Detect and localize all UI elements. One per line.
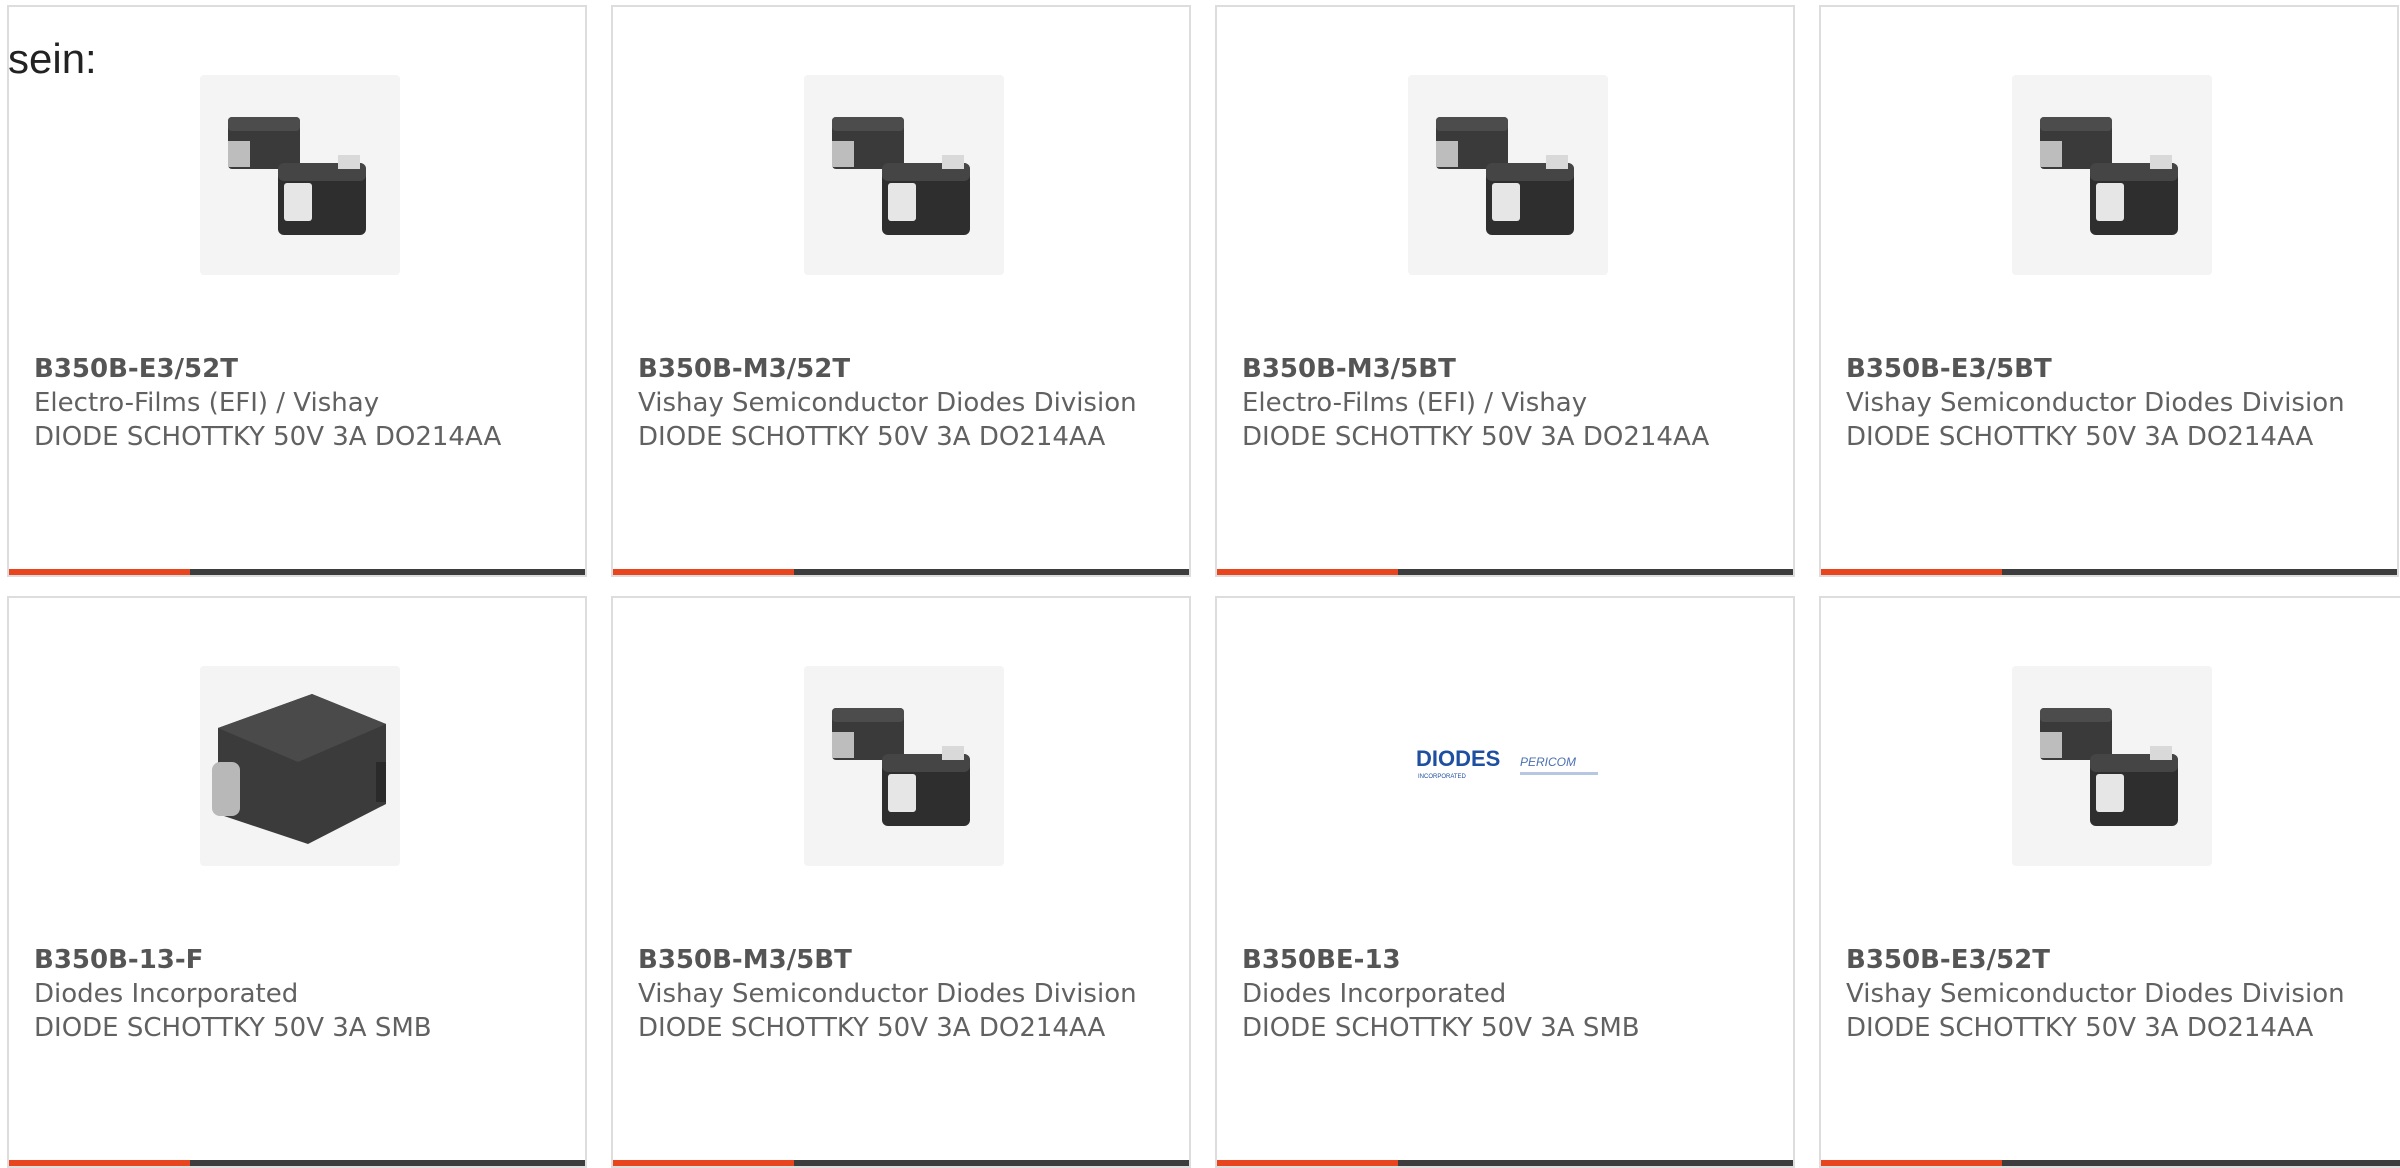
manufacturer: Electro-Films (EFI) / Vishay <box>34 388 380 418</box>
smd-diode-pair-icon <box>228 117 366 235</box>
svg-text:DIODES: DIODES <box>1416 746 1500 771</box>
smd-diode-pair-icon <box>832 708 970 826</box>
description: DIODE SCHOTTKY 50V 3A SMB <box>1242 1013 1640 1043</box>
card-footer-bar <box>613 1160 1189 1166</box>
product-image[interactable] <box>200 666 400 866</box>
product-grid: B350B-E3/52T Electro-Films (EFI) / Visha… <box>7 5 2400 1168</box>
manufacturer: Diodes Incorporated <box>34 979 299 1009</box>
manufacturer: Vishay Semiconductor Diodes Division <box>638 388 1137 418</box>
part-number[interactable]: B350B-13-F <box>34 943 554 977</box>
description: DIODE SCHOTTKY 50V 3A DO214AA <box>1846 1013 2314 1043</box>
card-footer-accent <box>1217 1160 1398 1166</box>
product-image[interactable] <box>1408 75 1608 275</box>
product-card[interactable]: B350B-M3/52T Vishay Semiconductor Diodes… <box>611 5 1191 577</box>
card-footer-bar <box>9 569 585 575</box>
manufacturer: Vishay Semiconductor Diodes Division <box>1846 979 2345 1009</box>
smd-diode-pair-icon <box>832 117 970 235</box>
product-image[interactable] <box>2012 666 2212 866</box>
part-number[interactable]: B350B-M3/5BT <box>1242 352 1762 386</box>
smd-diode-pair-icon <box>1436 117 1574 235</box>
product-card[interactable]: B350B-M3/5BT Vishay Semiconductor Diodes… <box>611 596 1191 1168</box>
description: DIODE SCHOTTKY 50V 3A DO214AA <box>638 422 1106 452</box>
card-footer-accent <box>1821 1160 2002 1166</box>
smb-package-icon <box>212 694 386 844</box>
part-number[interactable]: B350B-E3/5BT <box>1846 352 2366 386</box>
card-footer-bar <box>1821 1160 2400 1166</box>
manufacturer: Vishay Semiconductor Diodes Division <box>638 979 1137 1009</box>
product-card[interactable]: B350B-E3/52T Vishay Semiconductor Diodes… <box>1819 596 2400 1168</box>
manufacturer: Electro-Films (EFI) / Vishay <box>1242 388 1588 418</box>
card-footer-bar <box>1217 569 1793 575</box>
product-image[interactable] <box>804 666 1004 866</box>
card-footer-accent <box>613 569 794 575</box>
product-card[interactable]: B350B-13-F Diodes Incorporated DIODE SCH… <box>7 596 587 1168</box>
product-card[interactable]: B350B-M3/5BT Electro-Films (EFI) / Visha… <box>1215 5 1795 577</box>
part-number[interactable]: B350BE-13 <box>1242 943 1762 977</box>
card-footer-bar <box>1821 569 2397 575</box>
description: DIODE SCHOTTKY 50V 3A DO214AA <box>638 1013 1106 1043</box>
smd-diode-pair-icon <box>2040 708 2178 826</box>
part-number[interactable]: B350B-M3/5BT <box>638 943 1158 977</box>
card-footer-accent <box>1821 569 2002 575</box>
card-footer-bar <box>9 1160 585 1166</box>
part-number[interactable]: B350B-E3/52T <box>34 352 554 386</box>
description: DIODE SCHOTTKY 50V 3A DO214AA <box>1846 422 2314 452</box>
diodes-pericom-logo: DIODES INCORPORATED PERICOM <box>1416 746 1598 780</box>
description: DIODE SCHOTTKY 50V 3A SMB <box>34 1013 432 1043</box>
lead-text: sein: <box>8 35 97 82</box>
product-card[interactable]: B350B-E3/5BT Vishay Semiconductor Diodes… <box>1819 5 2399 577</box>
svg-text:PERICOM: PERICOM <box>1520 755 1576 769</box>
card-footer-accent <box>9 1160 190 1166</box>
card-footer-accent <box>9 569 190 575</box>
product-image[interactable] <box>200 75 400 275</box>
product-image[interactable]: DIODES INCORPORATED PERICOM <box>1408 666 1608 866</box>
product-card[interactable]: B350B-E3/52T Electro-Films (EFI) / Visha… <box>7 5 587 577</box>
product-card[interactable]: DIODES INCORPORATED PERICOM B350BE-13 Di… <box>1215 596 1795 1168</box>
manufacturer: Diodes Incorporated <box>1242 979 1507 1009</box>
part-number[interactable]: B350B-M3/52T <box>638 352 1158 386</box>
card-footer-accent <box>613 1160 794 1166</box>
smd-diode-pair-icon <box>2040 117 2178 235</box>
description: DIODE SCHOTTKY 50V 3A DO214AA <box>1242 422 1710 452</box>
description: DIODE SCHOTTKY 50V 3A DO214AA <box>34 422 502 452</box>
product-image[interactable] <box>804 75 1004 275</box>
svg-text:INCORPORATED: INCORPORATED <box>1418 774 1467 780</box>
card-footer-bar <box>1217 1160 1793 1166</box>
card-footer-bar <box>613 569 1189 575</box>
manufacturer: Vishay Semiconductor Diodes Division <box>1846 388 2345 418</box>
product-image[interactable] <box>2012 75 2212 275</box>
part-number[interactable]: B350B-E3/52T <box>1846 943 2366 977</box>
card-footer-accent <box>1217 569 1398 575</box>
